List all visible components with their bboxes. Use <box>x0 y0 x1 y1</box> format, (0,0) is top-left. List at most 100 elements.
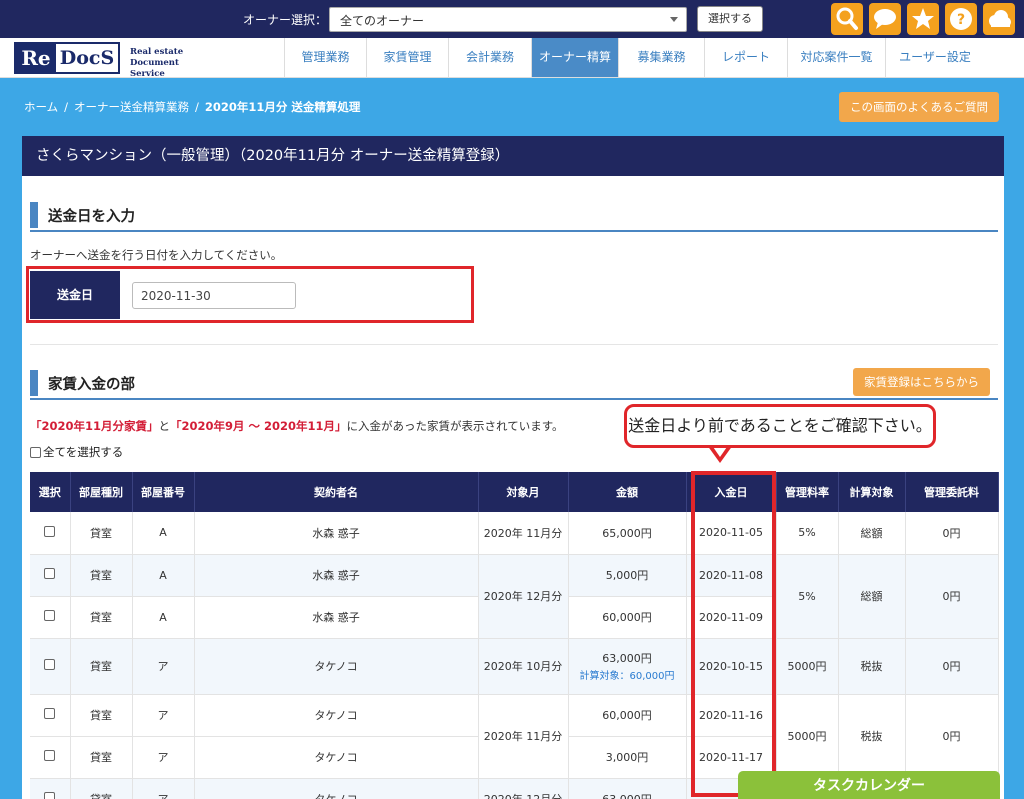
logo-tagline: Real estate Document Service <box>130 47 214 80</box>
row-select-cell <box>30 638 71 695</box>
nav-item-boshu[interactable]: 募集業務 <box>618 38 704 77</box>
room-type-cell: 貸室 <box>70 736 133 779</box>
row-checkbox[interactable] <box>44 659 56 670</box>
nav-item-kanri[interactable]: 管理業務 <box>284 38 366 77</box>
send-date-heading: 送金日を入力 <box>48 209 135 225</box>
room-type-cell: 貸室 <box>70 694 133 737</box>
contractor-cell: 水森 惑子 <box>194 554 479 597</box>
table-header-row: 選択 部屋種別 部屋番号 契約者名 対象月 金額 入金日 管理料率 計算対象 管… <box>30 472 999 512</box>
breadcrumb-home[interactable]: ホーム <box>24 100 58 114</box>
owner-select[interactable]: 全てのオーナー <box>329 7 687 32</box>
select-all-checkbox[interactable] <box>30 446 41 458</box>
row-select-cell <box>30 694 71 737</box>
nav-item-taiou[interactable]: 対応案件一覧 <box>787 38 885 77</box>
breadcrumb-sep: / <box>64 100 69 114</box>
col-header-fee-rate: 管理料率 <box>776 472 839 512</box>
room-type-cell: 貸室 <box>70 554 133 597</box>
chevron-down-icon <box>670 17 678 22</box>
amount-cell: 63,000円 <box>568 778 687 799</box>
logo-docs: DocS <box>59 47 115 69</box>
logo-tagline-2: Document Service <box>130 58 179 79</box>
logo-tagline-1: Real estate <box>130 47 184 57</box>
send-date-section-title: 送金日を入力 <box>30 198 998 232</box>
col-header-calc-target: 計算対象 <box>838 472 906 512</box>
nav-menu: 管理業務 家賃管理 会計業務 オーナー精算 募集業務 レポート 対応案件一覧 ユ… <box>284 38 984 77</box>
row-checkbox[interactable] <box>44 568 56 579</box>
amount-cell: 65,000円 <box>568 512 687 555</box>
row-select-cell <box>30 554 71 597</box>
contractor-cell: タケノコ <box>194 778 479 799</box>
fee-cell: 0円 <box>905 638 999 695</box>
row-checkbox[interactable] <box>44 610 56 621</box>
nav-item-report[interactable]: レポート <box>704 38 787 77</box>
room-number-cell: ア <box>132 736 195 779</box>
col-header-select: 選択 <box>30 472 71 512</box>
faq-button[interactable]: この画面のよくあるご質問 <box>839 92 999 122</box>
fee-rate-cell: 5% <box>776 512 839 555</box>
room-number-cell: A <box>132 554 195 597</box>
redocs-logo[interactable]: Re DocS Real estate Document Service <box>14 42 214 79</box>
amount-cell: 63,000円 計算対象：60,000円 <box>568 638 687 695</box>
send-date-highlight-frame <box>26 266 474 323</box>
nav-item-owner-seisan[interactable]: オーナー精算 <box>531 38 618 77</box>
table-row: 貸室 ア タケノコ 2020年 11月分 60,000円 2020-11-16 … <box>30 694 999 779</box>
fee-cell: 0円 <box>905 512 999 555</box>
search-icon[interactable] <box>831 3 863 35</box>
row-checkbox[interactable] <box>44 792 56 799</box>
select-all[interactable]: 全てを選択する <box>30 444 123 460</box>
room-number-cell: A <box>132 512 195 555</box>
row-checkbox[interactable] <box>44 525 56 537</box>
col-header-room-type: 部屋種別 <box>70 472 133 512</box>
select-all-label: 全てを選択する <box>43 445 124 459</box>
row-checkbox[interactable] <box>44 708 56 719</box>
chat-icon[interactable] <box>869 3 901 35</box>
star-icon[interactable] <box>907 3 939 35</box>
payment-date-highlight-frame <box>691 471 776 797</box>
col-header-contractor: 契約者名 <box>194 472 479 512</box>
nav-item-user-settings[interactable]: ユーザー設定 <box>885 38 984 77</box>
amount-cell: 60,000円 <box>568 694 687 737</box>
nav-item-yachin[interactable]: 家賃管理 <box>366 38 448 77</box>
calc-target-cell: 税抜 <box>838 694 906 779</box>
main-navbar: Re DocS Real estate Document Service 管理業… <box>0 38 1024 79</box>
section-bar <box>30 202 38 228</box>
row-select-cell <box>30 778 71 799</box>
amount-cell: 60,000円 <box>568 596 687 639</box>
cloud-icon[interactable] <box>983 3 1015 35</box>
rent-register-button[interactable]: 家賃登録はこちらから <box>853 368 990 396</box>
target-month-cell: 2020年 12月分 <box>478 554 569 639</box>
help-icon[interactable]: ? <box>945 3 977 35</box>
amount-calc-target: 計算対象：60,000円 <box>579 671 675 682</box>
rent-note-month: 「2020年11月分家賃」 <box>30 419 159 433</box>
svg-text:?: ? <box>957 12 965 28</box>
breadcrumb-level1[interactable]: オーナー送金精算業務 <box>74 100 189 114</box>
row-checkbox[interactable] <box>44 750 56 761</box>
fee-cell: 0円 <box>905 554 999 639</box>
rent-note-range: 「2020年9月 ～ 2020年11月」 <box>170 419 347 433</box>
col-header-fee: 管理委託料 <box>905 472 999 512</box>
rent-heading: 家賃入金の部 <box>48 377 135 393</box>
section-bar <box>30 370 38 396</box>
nav-item-kaikei[interactable]: 会計業務 <box>448 38 531 77</box>
task-calendar-button[interactable]: タスクカレンダー <box>738 771 1000 799</box>
calc-target-cell: 税抜 <box>838 638 906 695</box>
table-row: 貸室 ア タケノコ 2020年 10月分 63,000円 計算対象：60,000… <box>30 638 999 695</box>
room-number-cell: ア <box>132 694 195 737</box>
rent-note-tail: に入金があった家賃が表示されています。 <box>346 419 564 433</box>
owner-select-value: 全てのオーナー <box>340 14 425 28</box>
contractor-cell: タケノコ <box>194 694 479 737</box>
send-date-help: オーナーへ送金を行う日付を入力してください。 <box>30 248 283 262</box>
owner-select-button[interactable]: 選択する <box>697 6 763 32</box>
fee-cell: 0円 <box>905 694 999 779</box>
col-header-room-number: 部屋番号 <box>132 472 195 512</box>
owner-select-label: オーナー選択： <box>243 13 328 27</box>
fee-rate-cell: 5000円 <box>776 638 839 695</box>
contractor-cell: タケノコ <box>194 638 479 695</box>
main-panel: さくらマンション（一般管理）（2020年11月分 オーナー送金精算登録） 送金日… <box>22 136 1004 799</box>
callout-bubble: 送金日より前であることをご確認下さい。 <box>624 404 936 448</box>
calc-target-cell: 総額 <box>838 554 906 639</box>
target-month-cell: 2020年 11月分 <box>478 694 569 779</box>
amount-cell: 3,000円 <box>568 736 687 779</box>
fee-rate-cell: 5000円 <box>776 694 839 779</box>
fee-rate-cell: 5% <box>776 554 839 639</box>
